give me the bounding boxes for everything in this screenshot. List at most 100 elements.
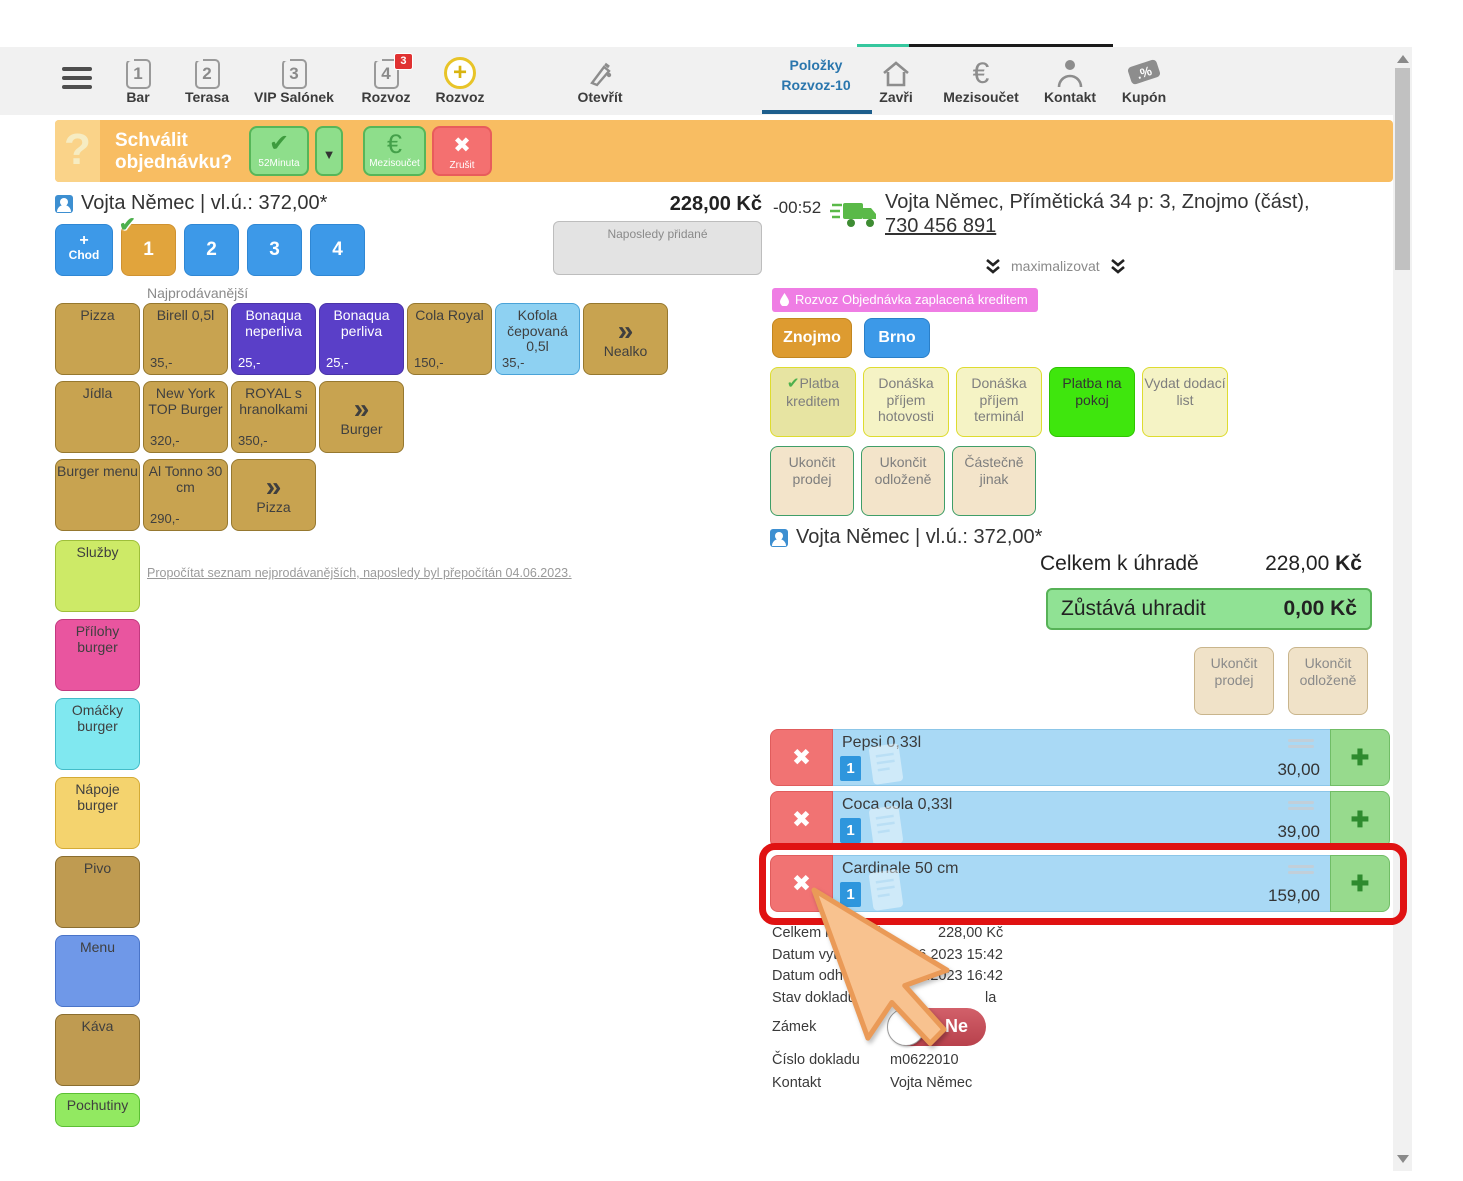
table-button-rozvoz[interactable]: 4 3 Rozvoz: [352, 53, 420, 105]
close-table-button[interactable]: Zavři: [866, 53, 926, 105]
new-delivery-button[interactable]: + Rozvoz: [428, 53, 492, 105]
tile-price: 290,-: [150, 512, 180, 527]
status-badge-text: Rozvoz Objednávka zaplacená kreditem: [795, 292, 1028, 307]
category-tile-jidla[interactable]: Jídla: [55, 381, 140, 453]
pay-button-donaska-hotovost[interactable]: Donáška příjem hotovosti: [863, 367, 949, 437]
maximize-control[interactable]: maximalizovat: [985, 258, 1126, 274]
banner-cancel-label: Zrušit: [434, 160, 490, 171]
customer-icon: [770, 529, 788, 547]
total-due-line: Celkem k úhradě 228,00 Kč: [1040, 552, 1362, 576]
finish-button-ukoncit-odlozene[interactable]: Ukončit odloženě: [861, 446, 945, 516]
product-tile[interactable]: Al Tonno 30 cm290,-: [143, 459, 228, 531]
folder-tile-pizza[interactable]: »Pizza: [231, 459, 316, 531]
note-ghost-icon: [866, 741, 906, 787]
scroll-up-arrow[interactable]: [1397, 55, 1409, 63]
product-tile[interactable]: Cola Royal150,-: [407, 303, 492, 375]
tile-name: Menu: [80, 939, 115, 955]
tab-polozky[interactable]: Položky Rozvoz-10: [762, 55, 870, 96]
finish-button-ukoncit-prodej[interactable]: Ukončit prodej: [770, 446, 854, 516]
pay-button-donaska-terminal[interactable]: Donáška příjem terminál: [956, 367, 1042, 437]
product-tile[interactable]: Birell 0,5l35,-: [143, 303, 228, 375]
category-tile-pizza[interactable]: Pizza: [55, 303, 140, 375]
pay-button-vydat-dodaci-list[interactable]: Vydat dodací list: [1142, 367, 1228, 437]
table-icon: 4 3: [374, 59, 399, 89]
decrease-marks[interactable]: [1288, 801, 1314, 813]
item-body[interactable]: Coca cola 0,33l 1 39,00: [833, 791, 1330, 848]
product-tile[interactable]: New York TOP Burger320,-: [143, 381, 228, 453]
delete-item-button[interactable]: ✖: [770, 729, 833, 786]
end-label: Ukončit odloženě: [1300, 655, 1357, 688]
subtotal-button[interactable]: € Mezisoučet: [938, 53, 1024, 105]
table-button-terasa[interactable]: 2 Terasa: [174, 53, 240, 105]
delete-item-button[interactable]: ✖: [770, 791, 833, 848]
course-button-2[interactable]: 2: [184, 224, 239, 276]
vertical-scrollbar[interactable]: [1393, 47, 1412, 1171]
category-tile-sluzby[interactable]: Služby: [55, 540, 140, 612]
pay-button-platba-kreditem[interactable]: ✔Platba kreditem: [770, 367, 856, 437]
banner-subtotal-button[interactable]: € Mezisoučet: [363, 126, 426, 176]
course-button-3[interactable]: 3: [247, 224, 302, 276]
add-item-button[interactable]: ✚: [1330, 791, 1390, 848]
category-tile-prilohy-burger[interactable]: Přílohy burger: [55, 619, 140, 691]
order-total-left: 228,00 Kč: [600, 193, 762, 216]
banner-cancel-button[interactable]: ✖ Zrušit: [432, 126, 492, 176]
folder-tile-nealko[interactable]: »Nealko: [583, 303, 668, 375]
delivery-timer: -00:52: [773, 198, 821, 218]
category-tile-pivo[interactable]: Pivo: [55, 856, 140, 928]
category-tile-pochutiny[interactable]: Pochutiny: [55, 1093, 140, 1127]
end-deferred-button[interactable]: Ukončit odloženě: [1288, 647, 1368, 715]
category-tile-omacky-burger[interactable]: Omáčky burger: [55, 698, 140, 770]
product-tile[interactable]: Bonaqua neperliva25,-: [231, 303, 316, 375]
end-sale-button[interactable]: Ukončit prodej: [1194, 647, 1274, 715]
product-tile[interactable]: ROYAL s hranolkami350,-: [231, 381, 316, 453]
decrease-marks[interactable]: [1288, 739, 1314, 751]
add-course-button[interactable]: + Chod: [55, 224, 113, 276]
item-body[interactable]: Pepsi 0,33l 1 30,00: [833, 729, 1330, 786]
hamburger-menu-icon[interactable]: [62, 67, 92, 94]
approve-options-dropdown[interactable]: ▼: [315, 126, 343, 176]
recalculate-bestsellers-link[interactable]: Propočítat seznam nejprodávanějších, nap…: [147, 566, 572, 580]
product-tile[interactable]: Bonaqua perliva25,-: [319, 303, 404, 375]
tile-name: Birell 0,5l: [157, 307, 215, 323]
scroll-down-arrow[interactable]: [1397, 1155, 1409, 1163]
new-delivery-label: Rozvoz: [428, 89, 492, 105]
add-item-button[interactable]: ✚: [1330, 729, 1390, 786]
delivery-truck-icon: [830, 199, 880, 231]
product-tile[interactable]: Kofola čepovaná 0,5l35,-: [495, 303, 580, 375]
table-button-vip-salonek[interactable]: 3 VIP Salónek: [246, 53, 342, 105]
table-button-bar[interactable]: 1 Bar: [108, 53, 168, 105]
open-button[interactable]: Otevřít: [564, 53, 636, 105]
finish-button-castecne-jinak[interactable]: Částečně jinak: [952, 446, 1036, 516]
category-tile-burger-menu[interactable]: Burger menu: [55, 459, 140, 531]
pay-button-platba-na-pokoj[interactable]: Platba na pokoj: [1049, 367, 1135, 437]
chevron-right-icon: »: [320, 396, 403, 422]
category-tile-kava[interactable]: Káva: [55, 1014, 140, 1086]
course-button-4[interactable]: 4: [310, 224, 365, 276]
city-button-znojmo[interactable]: Znojmo: [772, 318, 852, 358]
plus-icon: +: [56, 233, 112, 249]
last-added-label: Naposledy přidané: [607, 227, 707, 241]
note-ghost-icon: [866, 803, 906, 849]
contact-button[interactable]: Kontakt: [1038, 53, 1102, 105]
detail-row-contact: Kontakt Vojta Němec: [772, 1075, 972, 1091]
tile-price: 35,-: [502, 356, 524, 371]
city-button-brno[interactable]: Brno: [864, 318, 930, 358]
scrollbar-thumb[interactable]: [1395, 68, 1410, 270]
course-number: 1: [143, 239, 154, 260]
coupon-button[interactable]: .% Kupón: [1112, 53, 1176, 105]
phone-link[interactable]: 730 456 891: [885, 215, 996, 237]
add-item-button[interactable]: ✚: [1330, 855, 1390, 912]
decrease-marks[interactable]: [1288, 865, 1314, 877]
tab-line2: Rozvoz-10: [762, 75, 870, 95]
category-tile-menu[interactable]: Menu: [55, 935, 140, 1007]
pos-app: 1 Bar 2 Terasa 3 VIP Salónek 4 3 Rozvoz …: [0, 0, 1463, 1181]
course-button-1[interactable]: ✔ 1: [121, 224, 176, 276]
category-tile-napoje-burger[interactable]: Nápoje burger: [55, 777, 140, 849]
chevron-right-icon: »: [232, 474, 315, 500]
remaining-label: Zůstává uhradit: [1061, 597, 1206, 621]
approve-order-button[interactable]: ✔ 52Minuta: [249, 126, 309, 176]
remaining-value: 0,00 Kč: [1283, 597, 1357, 621]
tile-name: Jídla: [83, 385, 113, 401]
caret-down-icon: ▼: [317, 142, 341, 168]
folder-tile-burger[interactable]: »Burger: [319, 381, 404, 453]
